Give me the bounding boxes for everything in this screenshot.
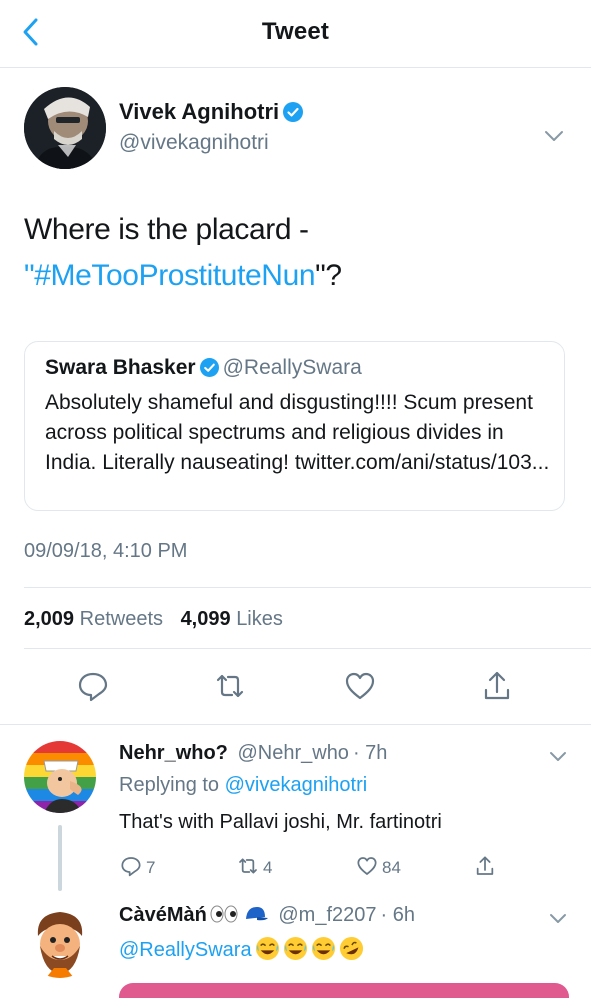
top-bar: Tweet [0, 0, 591, 68]
avatar-image [24, 87, 106, 169]
reply-header: Nehr_who? @Nehr_who · 7h [119, 742, 387, 765]
replying-to: Replying to @vivekagnihotri [119, 774, 367, 797]
reply-reply-button[interactable]: 7 [119, 854, 155, 880]
likes-count[interactable]: 4,099 [181, 608, 231, 630]
reply-retweet-button[interactable]: 4 [236, 854, 272, 880]
reply-avatar[interactable] [24, 741, 96, 813]
hashtag-link[interactable]: #MeTooProstituteNun [34, 259, 315, 292]
section-divider [0, 724, 591, 725]
quote-author-handle: @ReallySwara [222, 356, 362, 379]
reply-icon [121, 857, 141, 877]
share-button[interactable] [479, 668, 515, 704]
reply-author-name[interactable]: CàvéMàń [119, 904, 207, 926]
divider [24, 648, 591, 649]
reply-actions: 7 4 84 [119, 854, 519, 880]
reply-avatar[interactable] [24, 906, 96, 978]
reply-text: That's with Pallavi joshi, Mr. fartinotr… [119, 811, 442, 833]
retweet-count: 4 [263, 858, 273, 877]
share-icon [476, 856, 494, 875]
tweet-timestamp: 09/09/18, 4:10 PM [24, 540, 188, 562]
chevron-down-icon[interactable] [549, 913, 567, 925]
reply-tweet[interactable]: CàvéMàń @m_f2207 · 6h @ReallySwara [0, 903, 591, 998]
heart-icon [345, 672, 375, 700]
chevron-down-icon[interactable] [544, 129, 564, 143]
author-handle[interactable]: @vivekagnihotri [119, 131, 269, 155]
quote-body: Absolutely shameful and disgusting!!!! S… [45, 391, 550, 474]
author-name[interactable]: Vivek Agnihotri [119, 99, 304, 125]
thread-line [58, 825, 62, 891]
chevron-down-icon[interactable] [549, 751, 567, 763]
author-name-text: Vivek Agnihotri [119, 99, 280, 124]
reply-icon [78, 672, 108, 702]
likes-label[interactable]: Likes [236, 608, 283, 630]
tweet-text: Where is the placard - "#MeTooProstitute… [24, 207, 564, 299]
replying-to-handle[interactable]: @vivekagnihotri [225, 774, 368, 796]
rolling-laughing-emoji-icon [339, 936, 363, 961]
tweet-actions [0, 668, 591, 712]
avatar-image [24, 906, 96, 978]
verified-badge-icon [283, 102, 304, 122]
quoted-tweet[interactable]: Swara Bhasker @ReallySwara Absolutely sh… [24, 341, 565, 511]
reply-mention[interactable]: @ReallySwara [119, 939, 252, 961]
retweet-icon [216, 674, 244, 698]
reply-author-name[interactable]: Nehr_who? [119, 742, 228, 764]
reply-share-button[interactable] [473, 854, 500, 880]
like-button[interactable] [342, 668, 378, 704]
reply-author-handle[interactable]: @Nehr_who [237, 742, 348, 764]
replying-to-prefix: Replying to [119, 774, 220, 796]
reply-header: CàvéMàń @m_f2207 · 6h [119, 904, 415, 927]
reply-time: · 6h [380, 904, 415, 926]
tweet-stats: 2,009 Retweets 4,099 Likes [24, 608, 295, 631]
tweet-author: Vivek Agnihotri @vivekagnihotri [24, 87, 564, 169]
tweet-text-line2: "#MeTooProstituteNun"? [24, 253, 564, 299]
joy-emoji-icon [283, 936, 307, 961]
reply-button[interactable] [75, 668, 111, 704]
reply-time: · 7h [352, 742, 388, 764]
share-icon [484, 671, 510, 700]
joy-emoji-icon [311, 936, 335, 961]
heart-icon [357, 857, 377, 875]
retweet-button[interactable] [212, 668, 248, 704]
reply-author-handle[interactable]: @m_f2207 [278, 904, 376, 926]
close-quote: "? [315, 259, 342, 292]
avatar-image [24, 741, 96, 813]
eyes-emoji-icon [210, 905, 238, 923]
retweets-label[interactable]: Retweets [80, 608, 163, 630]
verified-badge-icon [199, 358, 219, 377]
reply-count: 7 [146, 858, 156, 877]
page-title: Tweet [261, 18, 330, 45]
reply-tweet[interactable]: Nehr_who? @Nehr_who · 7h Replying to @viv… [0, 741, 591, 891]
retweets-count[interactable]: 2,009 [24, 608, 74, 630]
cap-emoji-icon [245, 907, 268, 921]
reply-like-button[interactable]: 84 [355, 854, 401, 880]
quote-header: Swara Bhasker @ReallySwara [45, 356, 362, 380]
quote-author-name: Swara Bhasker [45, 356, 196, 379]
media-preview[interactable] [119, 983, 569, 998]
reply-text: @ReallySwara [119, 936, 364, 962]
joy-emoji-icon [255, 936, 279, 961]
divider [24, 587, 591, 588]
retweet-icon [239, 858, 257, 874]
author-avatar[interactable] [24, 87, 106, 169]
open-quote: " [24, 259, 35, 292]
tweet-text-line1: Where is the placard - [24, 213, 309, 246]
like-count: 84 [382, 858, 401, 877]
